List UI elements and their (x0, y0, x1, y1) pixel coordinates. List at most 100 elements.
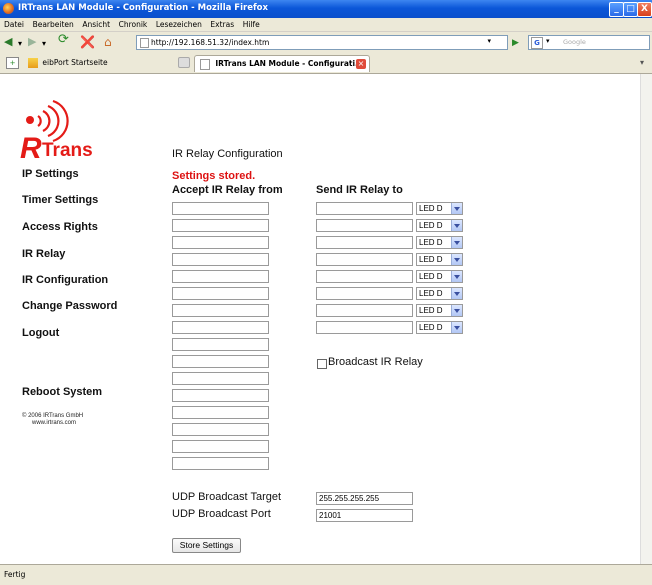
irtrans-logo: R Trans (18, 82, 128, 164)
address-bar[interactable]: http://192.168.51.32/index.htm ▾ (136, 35, 508, 50)
accept-relay-input[interactable] (172, 304, 269, 317)
google-engine-icon[interactable]: G (531, 37, 543, 49)
tab-label: IRTrans LAN Module - Configurati... (215, 59, 364, 68)
sidebar-item-reboot-system[interactable]: Reboot System (22, 386, 102, 398)
accept-relay-input[interactable] (172, 236, 269, 249)
sidebar-item-ir-relay[interactable]: IR Relay (22, 248, 65, 260)
menu-bearbeiten[interactable]: Bearbeiten (33, 18, 74, 31)
engine-dropdown-icon[interactable]: ▾ (546, 37, 550, 45)
menu-extras[interactable]: Extras (210, 18, 234, 31)
sidebar-item-logout[interactable]: Logout (22, 327, 59, 339)
window-title-bar: IRTrans LAN Module - Configuration - Moz… (0, 0, 652, 18)
dropdown-arrow-icon[interactable] (451, 220, 462, 231)
led-select[interactable]: LED D (416, 202, 463, 215)
dropdown-arrow-icon[interactable] (451, 288, 462, 299)
led-select[interactable]: LED D (416, 236, 463, 249)
dropdown-arrow-icon[interactable] (451, 254, 462, 265)
accept-relay-input[interactable] (172, 253, 269, 266)
forward-dropdown-icon[interactable]: ▾ (42, 38, 46, 50)
udp-target-input[interactable]: 255.255.255.255 (316, 492, 413, 505)
maximize-button[interactable]: □ (623, 2, 638, 17)
led-select-value: LED D (419, 238, 443, 247)
accept-relay-input[interactable] (172, 389, 269, 402)
led-select-value: LED D (419, 306, 443, 315)
window-title: IRTrans LAN Module - Configuration - Moz… (18, 3, 268, 13)
udp-port-input[interactable]: 21001 (316, 509, 413, 522)
sidebar-item-change-password[interactable]: Change Password (22, 300, 117, 312)
send-relay-input[interactable] (316, 202, 413, 215)
send-relay-input[interactable] (316, 219, 413, 232)
stop-icon[interactable]: ❌ (80, 36, 95, 48)
status-message: Settings stored. (172, 170, 256, 182)
send-relay-input[interactable] (316, 253, 413, 266)
led-select[interactable]: LED D (416, 270, 463, 283)
url-dropdown-icon[interactable]: ▾ (487, 37, 491, 45)
tab-bar: + eibPort Startseite IRTrans LAN Module … (0, 52, 652, 74)
sidebar-item-ip-settings[interactable]: IP Settings (22, 168, 79, 180)
led-select-value: LED D (419, 221, 443, 230)
menu-lesezeichen[interactable]: Lesezeichen (156, 18, 202, 31)
logo-text: Trans (42, 140, 93, 161)
close-button[interactable]: X (637, 2, 652, 17)
led-select[interactable]: LED D (416, 287, 463, 300)
menu-chronik[interactable]: Chronik (119, 18, 148, 31)
send-relay-input[interactable] (316, 304, 413, 317)
sidebar-item-timer-settings[interactable]: Timer Settings (22, 194, 98, 206)
forward-icon[interactable]: ▶ (28, 36, 36, 48)
accept-relay-input[interactable] (172, 406, 269, 419)
led-select[interactable]: LED D (416, 253, 463, 266)
home-icon[interactable]: ⌂ (104, 36, 112, 48)
accept-relay-input[interactable] (172, 321, 269, 334)
menu-datei[interactable]: Datei (4, 18, 24, 31)
broadcast-checkbox[interactable] (317, 359, 327, 369)
accept-relay-input[interactable] (172, 457, 269, 470)
sidebar-item-ir-configuration[interactable]: IR Configuration (22, 274, 108, 286)
dropdown-arrow-icon[interactable] (451, 203, 462, 214)
minimize-button[interactable]: _ (609, 2, 624, 17)
menu-ansicht[interactable]: Ansicht (82, 18, 110, 31)
send-relay-input[interactable] (316, 236, 413, 249)
send-relay-input[interactable] (316, 321, 413, 334)
sidebar-item-access-rights[interactable]: Access Rights (22, 221, 98, 233)
store-settings-button[interactable]: Store Settings (172, 538, 241, 553)
menu-hilfe[interactable]: Hilfe (243, 18, 260, 31)
go-icon[interactable]: ▶ (512, 37, 519, 49)
accept-relay-input[interactable] (172, 355, 269, 368)
page-heading: IR Relay Configuration (172, 148, 283, 160)
accept-relay-input[interactable] (172, 270, 269, 283)
accept-relay-input[interactable] (172, 338, 269, 351)
udp-port-label: UDP Broadcast Port (172, 508, 271, 520)
tab-eibport[interactable]: eibPort Startseite (24, 55, 172, 71)
accept-relay-input[interactable] (172, 423, 269, 436)
new-tab-icon[interactable]: + (6, 57, 19, 69)
accept-relay-input[interactable] (172, 287, 269, 300)
led-select-value: LED D (419, 255, 443, 264)
tab-list-icon[interactable]: ▾ (640, 58, 644, 67)
back-dropdown-icon[interactable]: ▾ (18, 38, 22, 50)
tab-irtrans[interactable]: IRTrans LAN Module - Configurati... × (194, 55, 370, 72)
inactive-tab-close-icon[interactable] (178, 57, 190, 68)
search-input[interactable]: Google (563, 36, 586, 49)
tab-close-icon[interactable]: × (356, 59, 366, 69)
back-icon[interactable]: ◀ (4, 36, 12, 48)
website-link[interactable]: www.irtrans.com (32, 420, 76, 426)
dropdown-arrow-icon[interactable] (451, 271, 462, 282)
dropdown-arrow-icon[interactable] (451, 305, 462, 316)
reload-icon[interactable]: ⟳ (58, 33, 69, 46)
led-select[interactable]: LED D (416, 304, 463, 317)
led-select[interactable]: LED D (416, 219, 463, 232)
led-select-value: LED D (419, 272, 443, 281)
dropdown-arrow-icon[interactable] (451, 237, 462, 248)
search-box[interactable]: G ▾ Google (528, 35, 650, 50)
accept-relay-input[interactable] (172, 440, 269, 453)
led-select-value: LED D (419, 204, 443, 213)
accept-relay-input[interactable] (172, 219, 269, 232)
send-relay-input[interactable] (316, 270, 413, 283)
led-select[interactable]: LED D (416, 321, 463, 334)
status-text: Fertig (4, 570, 26, 579)
send-relay-input[interactable] (316, 287, 413, 300)
dropdown-arrow-icon[interactable] (451, 322, 462, 333)
accept-relay-input[interactable] (172, 372, 269, 385)
vertical-scrollbar[interactable] (640, 74, 652, 564)
accept-relay-input[interactable] (172, 202, 269, 215)
